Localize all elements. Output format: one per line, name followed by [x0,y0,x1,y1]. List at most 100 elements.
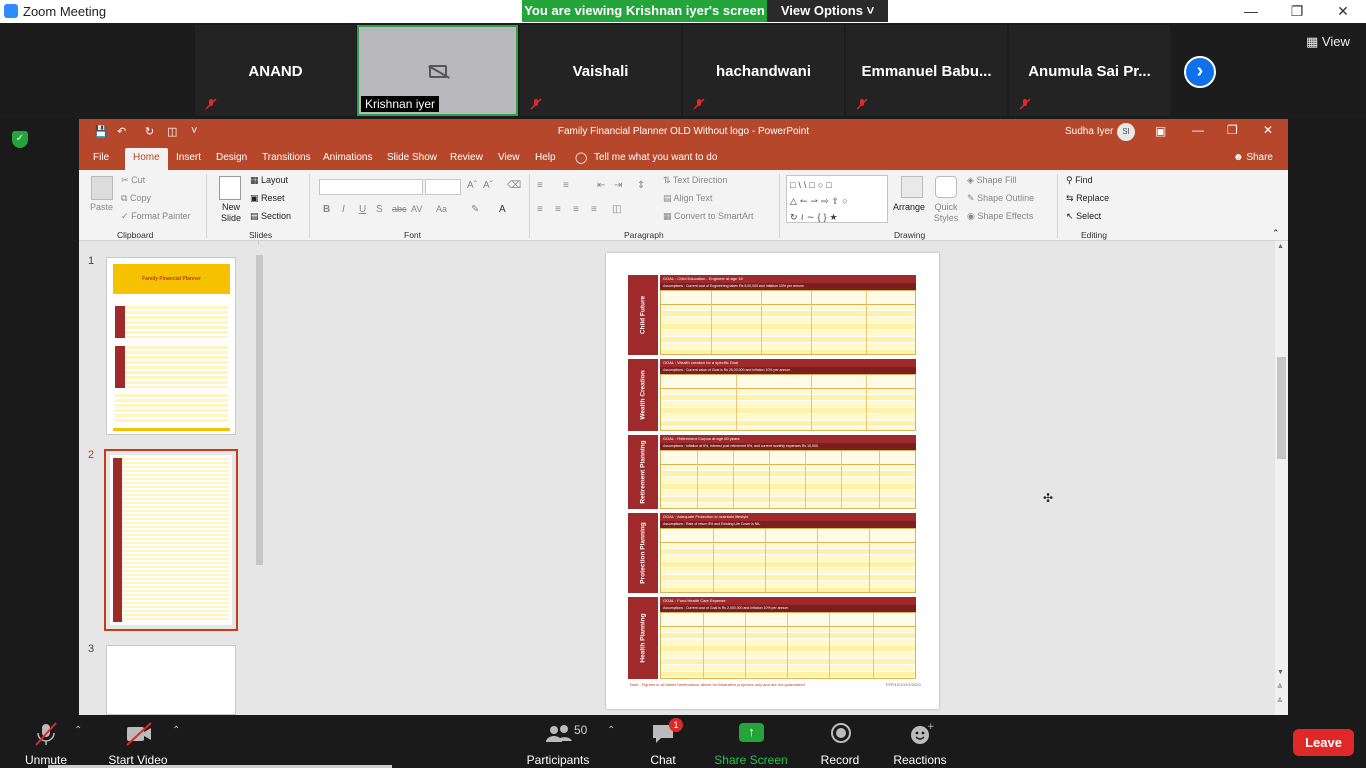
section-button[interactable]: ▤ Section [250,211,291,222]
thumbnails-scrollbar-thumb[interactable] [256,255,263,565]
collapse-ribbon-icon[interactable]: ⌃ [1272,228,1280,239]
shrink-font-icon[interactable]: Aˇ [483,180,493,191]
underline-icon[interactable]: U [359,204,366,215]
format-painter-button[interactable]: ✓ Format Painter [121,211,191,222]
restore-icon[interactable]: ❐ [1274,0,1320,23]
tab-insert[interactable]: Insert [176,152,201,163]
slide-thumbnail-1[interactable]: Family Financial Planner [106,257,236,435]
ppt-restore-icon[interactable]: ❐ [1227,123,1238,137]
video-options-chevron-icon[interactable]: ⌃ [172,725,180,736]
reset-button[interactable]: ▣ Reset [250,193,285,204]
scroll-up-icon[interactable]: ▲ [1277,243,1284,250]
shape-effects-button[interactable]: ◉ Shape Effects [967,211,1033,222]
align-left-icon[interactable]: ≡ [537,204,543,215]
next-slide-icon[interactable]: ≚ [1277,697,1283,705]
replace-icon: ⇆ [1066,193,1074,203]
table-col-line [805,451,806,508]
strikethrough-icon[interactable]: abc [392,204,407,214]
tab-design[interactable]: Design [216,152,247,163]
decrease-indent-icon[interactable]: ⇤ [597,180,605,191]
highlight-icon[interactable]: ✎ [471,204,479,215]
previous-slide-icon[interactable]: ≙ [1277,683,1283,691]
increase-indent-icon[interactable]: ⇥ [614,180,622,191]
next-page-arrow-icon[interactable]: › [1184,56,1216,88]
layout-button[interactable]: ▦ Layout [250,175,288,186]
current-slide[interactable]: Child Future GOAL : Child Education - En… [606,253,939,709]
thumbnails-scrollbar[interactable] [255,245,264,715]
shape-outline-button[interactable]: ✎ Shape Outline [967,193,1034,204]
change-case-icon[interactable]: Aa [436,204,447,214]
encryption-shield-icon[interactable]: ✓ [12,131,28,148]
tab-view[interactable]: View [498,152,520,163]
quick-styles-button[interactable]: Quick Styles [930,202,962,224]
select-button[interactable]: ↖ Select [1066,211,1101,222]
font-color-icon[interactable]: A [499,204,506,215]
align-right-icon[interactable]: ≡ [573,204,579,215]
char-spacing-icon[interactable]: AV [411,204,422,214]
tab-slide-show[interactable]: Slide Show [387,152,437,163]
participants-button[interactable]: Participants [526,753,590,767]
bullets-icon[interactable]: ≡ [537,180,543,191]
tab-help[interactable]: Help [535,152,556,163]
italic-icon[interactable]: I [342,204,345,215]
view-options-button[interactable]: View Options ˅ [767,0,888,22]
numbering-icon[interactable]: ≡ [563,180,569,191]
leave-button[interactable]: Leave [1293,729,1354,756]
view-button[interactable]: ▦ View [1306,34,1350,50]
align-center-icon[interactable]: ≡ [555,204,561,215]
line-spacing-icon[interactable]: ⇕ [637,180,645,191]
new-slide-button[interactable]: New Slide [219,202,243,224]
participant-tile[interactable]: hachandwani [683,25,844,116]
chat-button[interactable]: Chat [643,753,683,767]
tab-home[interactable]: Home [125,148,168,170]
bold-icon[interactable]: B [323,204,330,215]
participant-tile[interactable]: Vaishali [520,25,681,116]
cut-button[interactable]: ✂ Cut [121,175,145,186]
slide-scrollbar-thumb[interactable] [1277,357,1286,459]
scroll-down-icon[interactable]: ▼ [1277,669,1284,676]
record-button[interactable]: Record [817,753,863,767]
participant-tile[interactable]: Emmanuel Babu... [846,25,1007,116]
arrange-button[interactable]: Arrange [893,202,925,212]
shadow-icon[interactable]: S [376,204,383,215]
audio-options-chevron-icon[interactable]: ⌃ [74,725,82,736]
paste-button[interactable]: Paste [90,202,113,212]
tab-review[interactable]: Review [450,152,483,163]
slide-thumbnail-3[interactable] [106,645,236,715]
avatar[interactable]: SI [1117,123,1135,141]
shape-fill-button[interactable]: ◈ Shape Fill [967,175,1016,186]
text-direction-button[interactable]: ⇅ Text Direction [663,175,727,186]
participants-options-chevron-icon[interactable]: ⌃ [607,725,615,736]
participant-tile[interactable]: ANAND [195,25,356,116]
convert-smartart-button[interactable]: ▦ Convert to SmartArt [663,211,754,222]
tab-file[interactable]: File [93,152,109,163]
ppt-user-name[interactable]: Sudha Iyer [1065,126,1113,137]
slide-thumbnail-2-selected[interactable] [104,449,238,631]
find-button[interactable]: ⚲ Find [1066,175,1093,186]
clear-format-icon[interactable]: ⌫ [507,180,521,191]
align-text-button[interactable]: ▤ Align Text [663,193,712,204]
justify-icon[interactable]: ≡ [591,204,597,215]
copy-button[interactable]: ⧉ Copy [121,193,151,204]
grow-font-icon[interactable]: Aˆ [467,180,477,191]
slide-scrollbar[interactable]: ▲ ▼ ≙ ≚ [1275,241,1288,715]
shapes-gallery[interactable]: □\\□○□ △↼⇀⇨⇧○ ↻≀∼{}★ [786,175,888,223]
participant-tile[interactable]: Anumula Sai Pr... [1009,25,1170,116]
ppt-minimize-icon[interactable]: — [1192,123,1204,137]
font-family-select[interactable] [319,179,423,195]
tab-animations[interactable]: Animations [323,152,372,163]
participant-tile-active[interactable]: Krishnan iyer [357,25,518,116]
ppt-close-icon[interactable]: ✕ [1263,123,1273,137]
columns-icon[interactable]: ◫ [612,204,621,215]
share-button[interactable]: ☻ Share [1233,152,1273,163]
close-icon[interactable]: ✕ [1320,0,1366,23]
minimize-icon[interactable]: — [1228,0,1274,23]
share-screen-button[interactable]: Share Screen [713,753,789,767]
tab-transitions[interactable]: Transitions [262,152,311,163]
replace-button[interactable]: ⇆ Replace [1066,193,1109,204]
reactions-button[interactable]: Reactions [891,753,949,767]
tell-me-search[interactable]: Tell me what you want to do [594,152,717,163]
ribbon-display-options-icon[interactable]: ▣ [1155,124,1166,138]
font-size-select[interactable] [425,179,461,195]
table-col-line [745,613,746,678]
